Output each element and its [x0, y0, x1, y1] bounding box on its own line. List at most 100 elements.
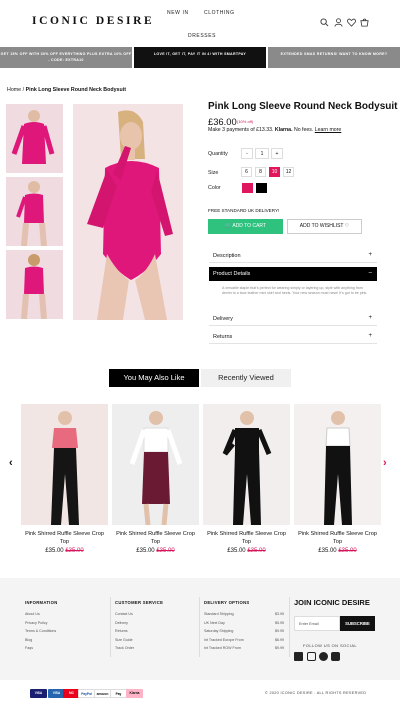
size-option-6[interactable]: 6	[241, 167, 252, 177]
accordion-product-details[interactable]: Product Details –	[209, 267, 377, 281]
qty-plus-button[interactable]: +	[271, 148, 283, 159]
product-card-name[interactable]: Pink Shirred Ruffle Sleeve Crop Top	[294, 530, 381, 546]
product-card-name[interactable]: Pink Shirred Ruffle Sleeve Crop Top	[21, 530, 108, 546]
size-label: Size	[208, 170, 219, 176]
paypal-icon: PayPal	[78, 689, 95, 698]
size-option-10-selected[interactable]: 10	[269, 167, 280, 177]
cart-icon[interactable]	[360, 18, 369, 27]
sale-price: £35.00	[136, 548, 155, 554]
footer-delivery-prices: $3.95 $5.95 $9.95 $6.99 $9.99	[260, 610, 284, 653]
color-swatch-black[interactable]	[256, 183, 267, 193]
delivery-option: UK Next Day	[204, 620, 225, 625]
learn-more-link[interactable]: Learn more	[315, 127, 342, 133]
product-card-price: £35.00 £35.00	[294, 548, 381, 554]
wishlist-icon[interactable]	[347, 18, 356, 27]
accordion-description-label: Description	[213, 253, 241, 259]
delivery-price: $5.95	[275, 620, 284, 625]
klarna-icon: Klarna	[126, 689, 143, 698]
delivery-price: $9.95	[275, 629, 284, 633]
footer-link[interactable]: Blog	[25, 636, 56, 645]
tab-recently-viewed[interactable]: Recently Viewed	[201, 369, 291, 387]
instagram-icon[interactable]	[307, 652, 316, 661]
facebook-icon[interactable]	[294, 652, 303, 661]
breadcrumb: Home / Pink Long Sleeve Round Neck Bodys…	[7, 87, 126, 93]
delivery-option: Int Tracked ROW From	[204, 646, 241, 650]
nav-new-in[interactable]: NEW IN	[167, 10, 189, 16]
product-details-text: A versatile staple that's perfect for we…	[222, 286, 368, 296]
subscribe-button[interactable]: SUBSCRIBE	[340, 616, 375, 631]
product-card-price: £35.00 £35.00	[21, 548, 108, 554]
footer-delivery-names: Standard Shipping UK Next Day Saturday S…	[204, 610, 244, 653]
carousel-prev-arrow-icon[interactable]: ‹	[9, 457, 13, 469]
old-price: £35.00	[338, 548, 357, 554]
footer-delivery-title: DELIVERY OPTIONS	[204, 600, 250, 605]
product-card-image[interactable]	[112, 404, 199, 525]
old-price: £35.00	[247, 548, 266, 554]
size-option-8[interactable]: 8	[255, 167, 266, 177]
breadcrumb-home[interactable]: Home	[7, 87, 21, 93]
promo-banner-returns[interactable]: EXTENDED XMAS RETURNS! WANT TO KNOW MORE…	[268, 47, 400, 68]
search-icon[interactable]	[320, 18, 329, 27]
add-to-wishlist-button[interactable]: ADD TO WISHLIST ♡	[287, 219, 362, 234]
add-to-cart-button[interactable]: 🛒 ADD TO CART	[208, 219, 283, 234]
plus-icon: +	[368, 252, 372, 258]
delivery-price: $9.99	[275, 646, 284, 650]
youtube-icon[interactable]	[331, 652, 340, 661]
sale-price: £35.00	[318, 548, 337, 554]
tab-you-may-also-like[interactable]: You May Also Like	[109, 369, 199, 387]
product-thumbnail-1[interactable]	[6, 104, 63, 173]
size-option-12[interactable]: 12	[283, 167, 294, 177]
accordion-returns[interactable]: Returns +	[209, 330, 377, 344]
footer-link[interactable]: Returns	[115, 627, 134, 636]
promo-banner-smartpay[interactable]: LOVE IT, GET IT, PAY IT IN 4! WITH SMART…	[134, 47, 266, 68]
apple-pay-icon: Pay	[110, 689, 127, 698]
product-main-image[interactable]	[73, 104, 183, 320]
product-card-image[interactable]	[203, 404, 290, 525]
amazon-pay-icon: amazon	[94, 689, 111, 698]
brand-logo[interactable]: ICONIC DESIRE	[32, 15, 154, 27]
footer-divider	[199, 597, 200, 657]
product-card-image[interactable]	[294, 404, 381, 525]
footer-link[interactable]: About Us	[25, 610, 56, 619]
product-card-image[interactable]	[21, 404, 108, 525]
color-label: Color	[208, 185, 221, 191]
accordion-description[interactable]: Description +	[209, 249, 377, 263]
pinterest-icon[interactable]	[319, 652, 328, 661]
product-price: £36.00	[208, 116, 237, 127]
newsletter-email-input[interactable]: Enter Email	[294, 616, 340, 631]
nav-dresses[interactable]: DRESSES	[188, 33, 216, 39]
footer-link[interactable]: Delivery	[115, 619, 134, 628]
accordion-returns-label: Returns	[213, 334, 233, 340]
product-thumbnail-3[interactable]	[6, 250, 63, 319]
qty-minus-button[interactable]: -	[241, 148, 253, 159]
footer-link[interactable]: Track Order	[115, 644, 134, 653]
klarna-brand: Klarna.	[274, 127, 293, 133]
nav-clothing[interactable]: CLOTHING	[204, 10, 235, 16]
heart-icon: ♡	[344, 223, 350, 229]
product-card-name[interactable]: Pink Shirred Ruffle Sleeve Crop Top	[112, 530, 199, 546]
footer-link[interactable]: Privacy Policy	[25, 619, 56, 628]
newsletter-title: JOIN ICONIC DESIRE	[294, 598, 370, 607]
plus-icon: +	[368, 315, 372, 321]
klarna-text: Make 3 payments of £13.33.	[208, 127, 274, 133]
footer-link[interactable]: Contact Us	[115, 610, 134, 619]
accordion-product-details-label: Product Details	[213, 271, 251, 277]
footer-link[interactable]: Faqs	[25, 644, 56, 653]
visa-icon: VISA	[30, 689, 47, 698]
discount-badge: (10% off)	[237, 119, 254, 124]
product-card-name[interactable]: Pink Shirred Ruffle Sleeve Crop Top	[203, 530, 290, 546]
quantity-label: Quantity	[208, 151, 228, 157]
account-icon[interactable]	[334, 18, 343, 27]
product-card-price: £35.00 £35.00	[112, 548, 199, 554]
qty-input[interactable]: 1	[255, 148, 269, 159]
carousel-next-arrow-icon[interactable]: ›	[383, 457, 387, 469]
promo-banner-discount[interactable]: GET 15% OFF WITH 30% OFF EVERYTHING PLUS…	[0, 47, 132, 68]
footer-link[interactable]: Terms & Conditions	[25, 627, 56, 636]
delivery-option: Saturday Shipping	[204, 629, 234, 633]
accordion-delivery[interactable]: Delivery +	[209, 312, 377, 326]
footer-info-links: About Us Privacy Policy Terms & Conditio…	[25, 610, 56, 653]
footer-link[interactable]: Size Guide	[115, 636, 134, 645]
product-thumbnail-2[interactable]	[6, 177, 63, 246]
social-title: FOLLOW US ON SOCIAL	[303, 643, 358, 648]
color-swatch-pink[interactable]	[242, 183, 253, 193]
